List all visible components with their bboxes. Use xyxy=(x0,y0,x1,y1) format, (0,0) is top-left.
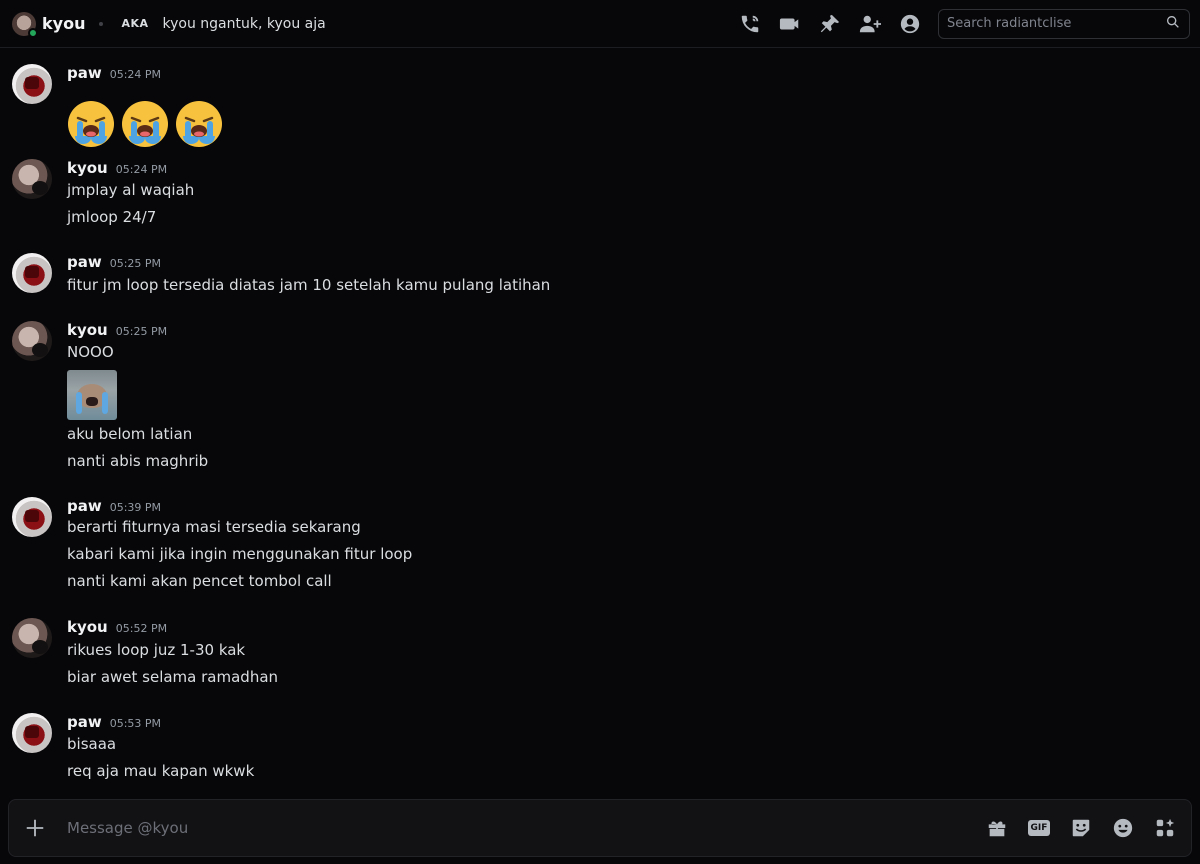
timestamp: 05:25 PM xyxy=(115,325,168,338)
avatar[interactable] xyxy=(12,253,52,293)
add-friend-icon[interactable] xyxy=(858,12,882,36)
avatar[interactable] xyxy=(12,713,52,753)
message-text: bisaaa xyxy=(67,735,117,753)
loudly-crying-face-icon[interactable] xyxy=(65,98,117,150)
timestamp: 05:25 PM xyxy=(109,257,162,270)
message-composer: GIF xyxy=(8,799,1192,857)
aka-label: AKA xyxy=(121,17,149,30)
header-separator xyxy=(99,21,104,26)
timestamp: 05:24 PM xyxy=(109,68,162,81)
username[interactable]: kyou xyxy=(67,159,108,177)
avatar[interactable] xyxy=(12,159,52,199)
gift-icon[interactable] xyxy=(985,816,1009,840)
username[interactable]: paw xyxy=(67,497,102,515)
search-box[interactable] xyxy=(938,8,1190,39)
timestamp: 05:52 PM xyxy=(115,622,168,635)
channel-header: kyou AKA kyou ngantuk, kyou aja xyxy=(0,0,1200,48)
timestamp: 05:39 PM xyxy=(109,501,162,514)
avatar[interactable] xyxy=(12,618,52,658)
apps-icon[interactable] xyxy=(1153,816,1177,840)
video-call-icon[interactable] xyxy=(778,12,802,36)
message-text: rikues loop juz 1-30 kak xyxy=(67,641,246,659)
message-text: NOOO xyxy=(67,343,114,361)
username[interactable]: kyou xyxy=(67,321,108,339)
timestamp: 05:24 PM xyxy=(115,163,168,176)
message-text: biar awet selama ramadhan xyxy=(67,668,279,686)
dm-avatar[interactable] xyxy=(12,11,38,38)
message-text: nanti abis maghrib xyxy=(67,452,209,470)
avatar[interactable] xyxy=(12,497,52,537)
dm-title[interactable]: kyou xyxy=(42,14,85,33)
message-text: jmplay al waqiah xyxy=(67,181,195,199)
message-text: jmloop 24/7 xyxy=(67,208,157,226)
username[interactable]: kyou xyxy=(67,618,108,636)
loudly-crying-face-icon[interactable] xyxy=(173,98,225,150)
sticker-icon[interactable] xyxy=(1069,816,1093,840)
timestamp: 05:53 PM xyxy=(109,717,162,730)
emoji-row xyxy=(65,98,225,150)
crying-sticker-image[interactable] xyxy=(67,370,117,420)
avatar[interactable] xyxy=(12,321,52,361)
online-status-icon xyxy=(28,27,38,38)
message-text: kabari kami jika ingin menggunakan fitur… xyxy=(67,545,413,563)
attach-plus-icon[interactable] xyxy=(23,816,47,840)
pin-icon[interactable] xyxy=(818,12,842,36)
loudly-crying-face-icon[interactable] xyxy=(119,98,171,150)
avatar[interactable] xyxy=(12,64,52,104)
gif-icon[interactable]: GIF xyxy=(1027,816,1051,840)
dm-window: kyou AKA kyou ngantuk, kyou aja Search r… xyxy=(0,0,1200,864)
message-list: paw 05:24 PM kyou 05:24 PM jmplay al waq… xyxy=(0,49,1200,795)
profile-icon[interactable] xyxy=(898,12,922,36)
gif-label: GIF xyxy=(1027,820,1051,836)
emoji-icon[interactable] xyxy=(1111,816,1135,840)
username[interactable]: paw xyxy=(67,64,102,82)
message-text: req aja mau kapan wkwk xyxy=(67,762,255,780)
message-text: fitur jm loop tersedia diatas jam 10 set… xyxy=(67,276,551,294)
message-text: nanti kami akan pencet tombol call xyxy=(67,572,332,590)
message-text: berarti fiturnya masi tersedia sekarang xyxy=(67,518,361,536)
message-input[interactable] xyxy=(67,819,967,837)
search-icon[interactable] xyxy=(1165,14,1181,34)
username[interactable]: paw xyxy=(67,713,102,731)
search-input[interactable] xyxy=(947,16,1165,31)
nicknames: kyou ngantuk, kyou aja xyxy=(162,15,326,32)
username[interactable]: paw xyxy=(67,253,102,271)
phone-call-icon[interactable] xyxy=(738,12,762,36)
message-text: aku belom latian xyxy=(67,425,193,443)
